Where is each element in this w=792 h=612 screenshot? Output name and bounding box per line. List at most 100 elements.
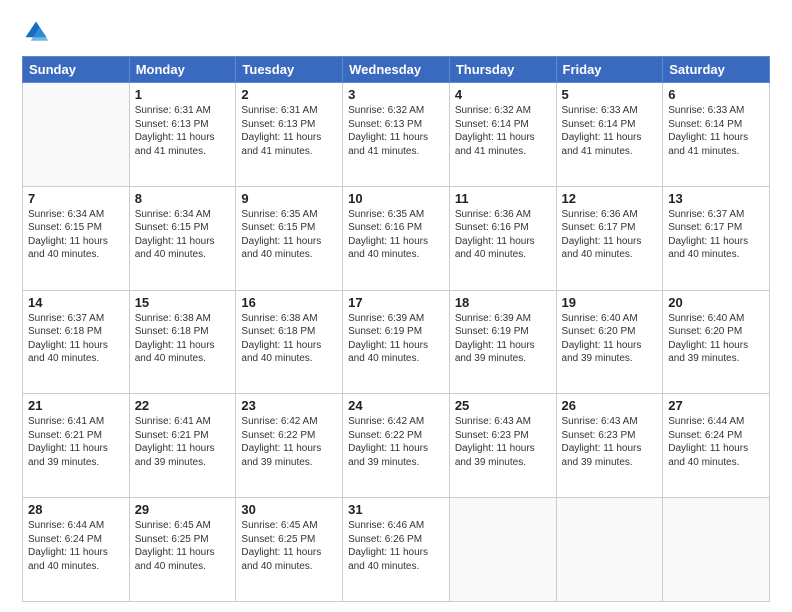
day-info: Sunrise: 6:43 AM Sunset: 6:23 PM Dayligh… (455, 415, 551, 469)
day-number: 15 (135, 295, 231, 310)
calendar-cell: 30 Sunrise: 6:45 AM Sunset: 6:25 PM Dayli… (236, 498, 343, 602)
day-info: Sunrise: 6:45 AM Sunset: 6:25 PM Dayligh… (241, 519, 337, 573)
calendar-cell: 25 Sunrise: 6:43 AM Sunset: 6:23 PM Dayli… (449, 394, 556, 498)
day-number: 31 (348, 502, 444, 517)
day-info: Sunrise: 6:31 AM Sunset: 6:13 PM Dayligh… (241, 104, 337, 158)
calendar-week-row: 1 Sunrise: 6:31 AM Sunset: 6:13 PM Daylig… (23, 83, 770, 187)
day-number: 27 (668, 398, 764, 413)
calendar-cell (23, 83, 130, 187)
calendar-cell: 7Sunrise: 6:34 AM Sunset: 6:15 PM Daylig… (23, 186, 130, 290)
day-number: 20 (668, 295, 764, 310)
day-number: 12 (562, 191, 658, 206)
calendar-cell: 24 Sunrise: 6:42 AM Sunset: 6:22 PM Dayli… (343, 394, 450, 498)
day-number: 22 (135, 398, 231, 413)
calendar-cell: 17 Sunrise: 6:39 AM Sunset: 6:19 PM Dayli… (343, 290, 450, 394)
calendar-cell: 27 Sunrise: 6:44 AM Sunset: 6:24 PM Dayli… (663, 394, 770, 498)
calendar-cell: 28 Sunrise: 6:44 AM Sunset: 6:24 PM Dayli… (23, 498, 130, 602)
day-info: Sunrise: 6:39 AM Sunset: 6:19 PM Dayligh… (348, 312, 444, 366)
day-info: Sunrise: 6:37 AM Sunset: 6:18 PM Dayligh… (28, 312, 124, 366)
calendar-cell: 10 Sunrise: 6:35 AM Sunset: 6:16 PM Dayli… (343, 186, 450, 290)
calendar-header-wednesday: Wednesday (343, 57, 450, 83)
calendar-cell (663, 498, 770, 602)
calendar-header-friday: Friday (556, 57, 663, 83)
calendar-cell: 11 Sunrise: 6:36 AM Sunset: 6:16 PM Dayli… (449, 186, 556, 290)
page: SundayMondayTuesdayWednesdayThursdayFrid… (0, 0, 792, 612)
calendar-cell: 23Sunrise: 6:42 AM Sunset: 6:22 PM Dayli… (236, 394, 343, 498)
day-number: 17 (348, 295, 444, 310)
day-number: 1 (135, 87, 231, 102)
calendar-cell: 14Sunrise: 6:37 AM Sunset: 6:18 PM Dayli… (23, 290, 130, 394)
day-number: 5 (562, 87, 658, 102)
day-info: Sunrise: 6:33 AM Sunset: 6:14 PM Dayligh… (562, 104, 658, 158)
calendar-header-saturday: Saturday (663, 57, 770, 83)
day-number: 7 (28, 191, 124, 206)
day-number: 3 (348, 87, 444, 102)
header (22, 18, 770, 46)
calendar-cell: 29 Sunrise: 6:45 AM Sunset: 6:25 PM Dayli… (129, 498, 236, 602)
day-info: Sunrise: 6:39 AM Sunset: 6:19 PM Dayligh… (455, 312, 551, 366)
calendar-week-row: 7 Sunrise: 6:34 AM Sunset: 6:15 PM Daylig… (23, 186, 770, 290)
calendar-cell (449, 498, 556, 602)
calendar-cell: 5 Sunrise: 6:33 AM Sunset: 6:14 PM Daylig… (556, 83, 663, 187)
day-number: 29 (135, 502, 231, 517)
calendar-week-row: 28 Sunrise: 6:44 AM Sunset: 6:24 PM Dayli… (23, 498, 770, 602)
day-number: 28 (28, 502, 124, 517)
day-info: Sunrise: 6:41 AM Sunset: 6:21 PM Dayligh… (135, 415, 231, 469)
day-info: Sunrise: 6:35 AM Sunset: 6:15 PM Dayligh… (241, 208, 337, 262)
calendar-cell: 6Sunrise: 6:33 AM Sunset: 6:14 PM Daylig… (663, 83, 770, 187)
calendar-cell: 1 Sunrise: 6:31 AM Sunset: 6:13 PM Daylig… (129, 83, 236, 187)
logo-icon (22, 18, 50, 46)
calendar-cell (556, 498, 663, 602)
day-info: Sunrise: 6:37 AM Sunset: 6:17 PM Dayligh… (668, 208, 764, 262)
calendar-header-monday: Monday (129, 57, 236, 83)
calendar-table: SundayMondayTuesdayWednesdayThursdayFrid… (22, 56, 770, 602)
day-number: 24 (348, 398, 444, 413)
calendar-cell: 2 Sunrise: 6:31 AM Sunset: 6:13 PM Daylig… (236, 83, 343, 187)
day-info: Sunrise: 6:38 AM Sunset: 6:18 PM Dayligh… (135, 312, 231, 366)
calendar-cell: 9 Sunrise: 6:35 AM Sunset: 6:15 PM Daylig… (236, 186, 343, 290)
day-info: Sunrise: 6:38 AM Sunset: 6:18 PM Dayligh… (241, 312, 337, 366)
day-info: Sunrise: 6:44 AM Sunset: 6:24 PM Dayligh… (668, 415, 764, 469)
day-number: 18 (455, 295, 551, 310)
calendar-cell: 21 Sunrise: 6:41 AM Sunset: 6:21 PM Dayli… (23, 394, 130, 498)
calendar-cell: 13 Sunrise: 6:37 AM Sunset: 6:17 PM Dayli… (663, 186, 770, 290)
calendar-cell: 22 Sunrise: 6:41 AM Sunset: 6:21 PM Dayli… (129, 394, 236, 498)
day-info: Sunrise: 6:45 AM Sunset: 6:25 PM Dayligh… (135, 519, 231, 573)
day-info: Sunrise: 6:41 AM Sunset: 6:21 PM Dayligh… (28, 415, 124, 469)
day-info: Sunrise: 6:43 AM Sunset: 6:23 PM Dayligh… (562, 415, 658, 469)
day-info: Sunrise: 6:31 AM Sunset: 6:13 PM Dayligh… (135, 104, 231, 158)
calendar-cell: 15 Sunrise: 6:38 AM Sunset: 6:18 PM Dayli… (129, 290, 236, 394)
day-number: 30 (241, 502, 337, 517)
calendar-week-row: 14Sunrise: 6:37 AM Sunset: 6:18 PM Dayli… (23, 290, 770, 394)
calendar-header-tuesday: Tuesday (236, 57, 343, 83)
day-number: 10 (348, 191, 444, 206)
calendar-cell: 31Sunrise: 6:46 AM Sunset: 6:26 PM Dayli… (343, 498, 450, 602)
day-number: 6 (668, 87, 764, 102)
day-info: Sunrise: 6:35 AM Sunset: 6:16 PM Dayligh… (348, 208, 444, 262)
calendar-cell: 4 Sunrise: 6:32 AM Sunset: 6:14 PM Daylig… (449, 83, 556, 187)
calendar-cell: 19Sunrise: 6:40 AM Sunset: 6:20 PM Dayli… (556, 290, 663, 394)
calendar-cell: 8 Sunrise: 6:34 AM Sunset: 6:15 PM Daylig… (129, 186, 236, 290)
day-number: 4 (455, 87, 551, 102)
day-number: 8 (135, 191, 231, 206)
day-number: 9 (241, 191, 337, 206)
day-number: 25 (455, 398, 551, 413)
day-info: Sunrise: 6:32 AM Sunset: 6:14 PM Dayligh… (455, 104, 551, 158)
day-number: 11 (455, 191, 551, 206)
calendar-week-row: 21 Sunrise: 6:41 AM Sunset: 6:21 PM Dayli… (23, 394, 770, 498)
day-info: Sunrise: 6:36 AM Sunset: 6:16 PM Dayligh… (455, 208, 551, 262)
day-info: Sunrise: 6:42 AM Sunset: 6:22 PM Dayligh… (348, 415, 444, 469)
day-number: 13 (668, 191, 764, 206)
day-info: Sunrise: 6:34 AM Sunset: 6:15 PM Dayligh… (135, 208, 231, 262)
day-info: Sunrise: 6:32 AM Sunset: 6:13 PM Dayligh… (348, 104, 444, 158)
day-number: 2 (241, 87, 337, 102)
day-info: Sunrise: 6:44 AM Sunset: 6:24 PM Dayligh… (28, 519, 124, 573)
day-number: 26 (562, 398, 658, 413)
day-number: 23 (241, 398, 337, 413)
day-number: 21 (28, 398, 124, 413)
calendar-cell: 3 Sunrise: 6:32 AM Sunset: 6:13 PM Daylig… (343, 83, 450, 187)
day-info: Sunrise: 6:40 AM Sunset: 6:20 PM Dayligh… (668, 312, 764, 366)
calendar-cell: 16Sunrise: 6:38 AM Sunset: 6:18 PM Dayli… (236, 290, 343, 394)
day-info: Sunrise: 6:36 AM Sunset: 6:17 PM Dayligh… (562, 208, 658, 262)
calendar-header-row: SundayMondayTuesdayWednesdayThursdayFrid… (23, 57, 770, 83)
